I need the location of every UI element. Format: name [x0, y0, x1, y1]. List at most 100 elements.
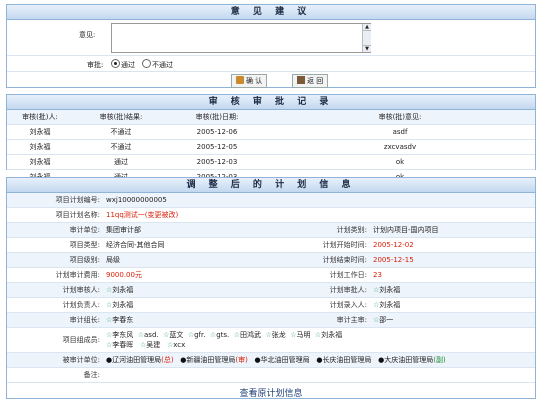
fail-radio-label: 不通过: [152, 61, 173, 69]
textarea-scrollbar[interactable]: ▲ ▼: [362, 24, 371, 52]
record-result: 通过: [73, 154, 169, 170]
plan-panel: 调 整 后 的 计 划 信 息 项目计划编号: wxj10000000005 项…: [6, 177, 536, 399]
remark-value: [103, 367, 535, 383]
table-row: 刘永福 不通过 2005-12-05 zxcvasdv: [7, 139, 535, 155]
record-date: 2005-12-06: [169, 124, 265, 140]
chief-value: 李春东: [112, 316, 134, 324]
record-person: 刘永福: [7, 124, 73, 140]
end-label: 计划结束时间:: [279, 252, 370, 268]
plan-row-code: 项目计划编号: wxj10000000005: [7, 193, 535, 208]
review-label: 审批:: [87, 61, 104, 69]
audited-label: 被审计单位:: [7, 352, 103, 368]
pass-radio-dot[interactable]: [111, 59, 120, 68]
cost-label: 计划审计费用:: [7, 267, 103, 283]
audited-unit: 辽河油田管理局: [112, 356, 162, 364]
record-person: 刘永福: [7, 139, 73, 155]
record-date: 2005-12-05: [169, 139, 265, 155]
plan-row-audited: 被审计单位: ●辽河油田管理局(总) ●新疆油田管理局(审) ●华北油田管理局 …: [7, 352, 535, 368]
table-row: 刘永福 不通过 2005-12-06 asdf: [7, 124, 535, 140]
members-label: 项目组成员:: [7, 327, 103, 353]
members-list: ☆李东风 ☆asd. ☆蓝文 ☆gfr. ☆gts. ☆田鸿武 ☆张龙 ☆马明 …: [103, 327, 535, 353]
records-header-row: 审核(批)人: 审核(批)结果: 审核(批)日期: 审核(批)意见:: [7, 110, 535, 125]
plan-row-level: 项目级别: 局级 计划结束时间: 2005-12-15: [7, 252, 535, 268]
comment-textarea[interactable]: [111, 23, 371, 53]
name-value: 11qq测试一(变更被改): [103, 207, 535, 223]
level-value: 局级: [103, 252, 279, 268]
fail-radio-dot[interactable]: [142, 59, 151, 68]
plan-row-reviewer: 计划审核人: ☆刘永福 计划审批人: ☆刘永福: [7, 282, 535, 298]
workdays-label: 计划工作日:: [279, 267, 370, 283]
confirm-label: 确 认: [246, 77, 263, 85]
category-label: 计划类别:: [279, 222, 370, 238]
record-date: 2005-12-03: [169, 154, 265, 170]
comment-label: 意见:: [79, 31, 96, 39]
member: 马明: [296, 331, 311, 339]
plan-row-chief: 审计组长: ☆李春东 审计主审: ☆邵一: [7, 312, 535, 328]
page: 意 见 建 议 意见: ▲ ▼ 审批: 通过 不通过 确 认 返 回 审 核 审…: [0, 0, 542, 403]
back-label: 返 回: [307, 77, 324, 85]
pass-radio-label: 通过: [121, 61, 135, 69]
member: xcx: [173, 341, 186, 349]
type-label: 项目类型:: [7, 237, 103, 253]
entry-value: 刘永福: [379, 301, 401, 309]
reviewer-value: 刘永福: [112, 286, 134, 294]
audited-unit: 长庆油田管理局: [322, 356, 372, 364]
name-label: 项目计划名称:: [7, 207, 103, 223]
record-person: 刘永福: [7, 154, 73, 170]
plan-row-type: 项目类型: 经济合同-其他合同 计划开始时间: 2005-12-02: [7, 237, 535, 253]
approver-label: 计划审批人:: [279, 282, 370, 298]
member: 李春晖: [112, 341, 134, 349]
plan-row-remark: 备注:: [7, 367, 535, 383]
member: 李东风: [112, 331, 134, 339]
member: 蓝文: [169, 331, 184, 339]
plan-table: 项目计划编号: wxj10000000005 项目计划名称: 11qq测试一(变…: [7, 193, 535, 383]
chief-label: 审计组长:: [7, 312, 103, 328]
approver-value: 刘永福: [379, 286, 401, 294]
back-button[interactable]: 返 回: [292, 74, 329, 88]
record-result: 不通过: [73, 139, 169, 155]
records-table: 审核(批)人: 审核(批)结果: 审核(批)日期: 审核(批)意见: 刘永福 不…: [7, 110, 535, 185]
record-result: 不通过: [73, 124, 169, 140]
plan-row-members: 项目组成员: ☆李东风 ☆asd. ☆蓝文 ☆gfr. ☆gts. ☆田鸿武 ☆…: [7, 327, 535, 353]
pass-radio[interactable]: 通过: [111, 59, 135, 70]
audited-tag: (审): [235, 356, 248, 364]
plan-row-name: 项目计划名称: 11qq测试一(变更被改): [7, 207, 535, 223]
header-opinion: 审核(批)意见:: [265, 110, 535, 125]
plan-title: 调 整 后 的 计 划 信 息: [7, 178, 535, 193]
code-label: 项目计划编号:: [7, 193, 103, 208]
reviewer-label: 计划审核人:: [7, 282, 103, 298]
header-date: 审核(批)日期:: [169, 110, 265, 125]
opinion-title: 意 见 建 议: [7, 5, 535, 20]
start-value: 2005-12-02: [370, 237, 535, 253]
member: 刘永福: [321, 331, 343, 339]
member: gfr.: [194, 331, 206, 339]
records-panel: 审 核 审 批 记 录 审核(批)人: 审核(批)结果: 审核(批)日期: 审核…: [6, 94, 536, 185]
member: asd.: [144, 331, 159, 339]
fail-radio[interactable]: 不通过: [142, 59, 173, 70]
table-row: 刘永福 通过 2005-12-03 ok: [7, 154, 535, 170]
audited-unit: 华北油田管理局: [260, 356, 310, 364]
confirm-button[interactable]: 确 认: [231, 74, 268, 88]
view-original-link[interactable]: 查看原计划信息: [239, 389, 302, 399]
header-result: 审核(批)结果:: [73, 110, 169, 125]
records-title: 审 核 审 批 记 录: [7, 95, 535, 110]
level-label: 项目级别:: [7, 252, 103, 268]
record-opinion: zxcvasdv: [265, 139, 535, 155]
remark-label: 备注:: [7, 367, 103, 383]
member: 张龙: [271, 331, 286, 339]
member: gts.: [216, 331, 230, 339]
cost-value: 9000.00元: [103, 267, 279, 283]
master-value: 邵一: [379, 316, 394, 324]
unit-label: 审计单位:: [7, 222, 103, 238]
member: 吴建: [146, 341, 161, 349]
opinion-panel: 意 见 建 议 意见: ▲ ▼ 审批: 通过 不通过 确 认 返 回: [6, 4, 536, 88]
record-opinion: asdf: [265, 124, 535, 140]
category-value: 计划内项目-国内项目: [370, 222, 535, 238]
end-value: 2005-12-15: [370, 252, 535, 268]
type-value: 经济合同-其他合同: [103, 237, 279, 253]
audited-list: ●辽河油田管理局(总) ●新疆油田管理局(审) ●华北油田管理局 ●长庆油田管理…: [103, 352, 535, 368]
leader-label: 计划负责人:: [7, 297, 103, 313]
members-line-1: ☆李东风 ☆asd. ☆蓝文 ☆gfr. ☆gts. ☆田鸿武 ☆张龙 ☆马明 …: [106, 330, 532, 340]
audited-tag: (副): [433, 356, 446, 364]
start-label: 计划开始时间:: [279, 237, 370, 253]
